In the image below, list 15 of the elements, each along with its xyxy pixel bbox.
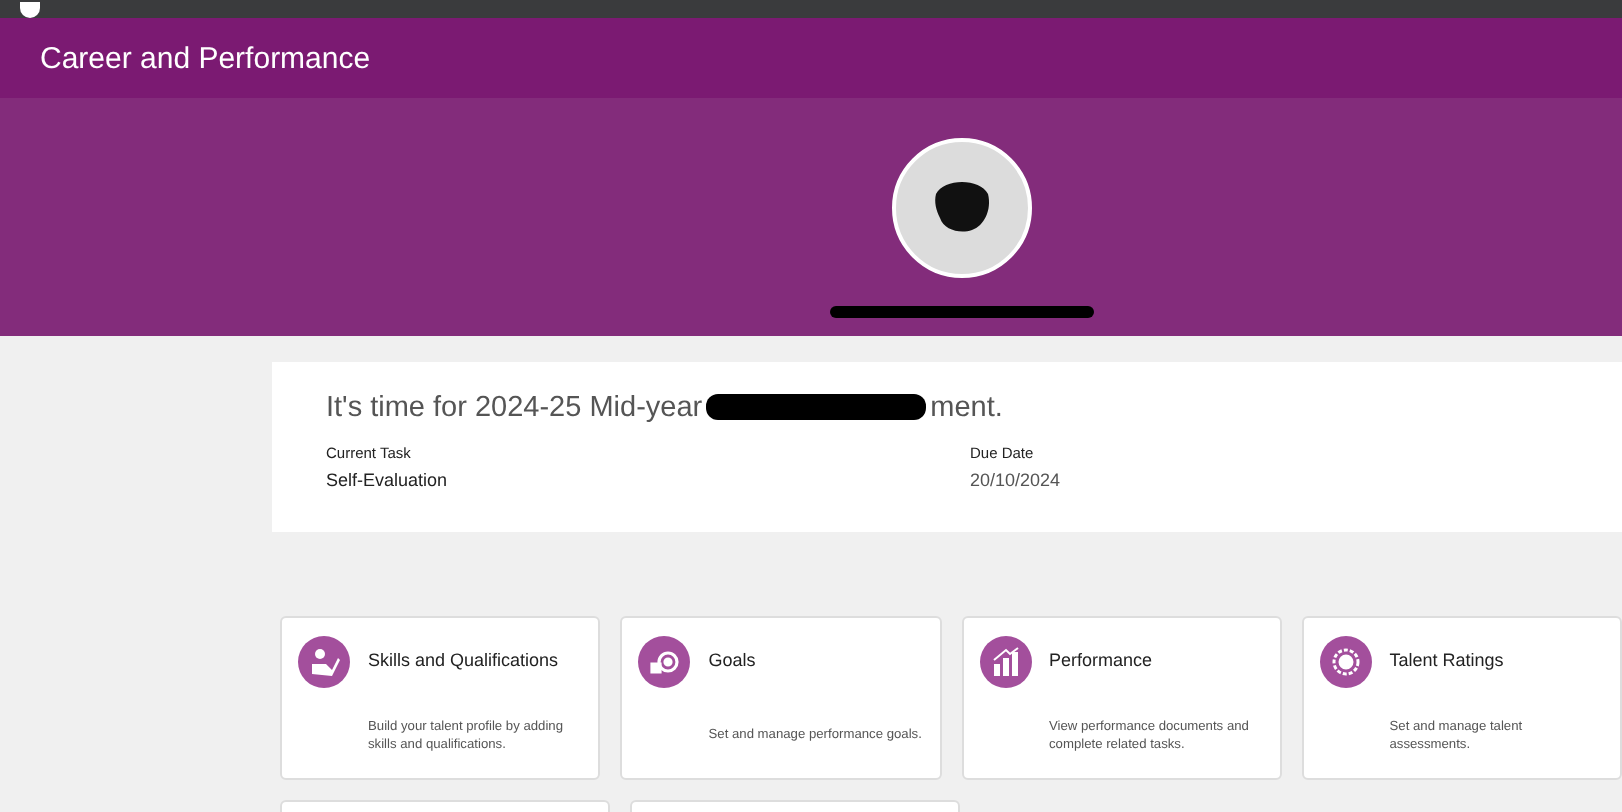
tile-title: Performance — [1049, 650, 1155, 670]
person-check-icon — [298, 636, 350, 688]
page-title: Career and Performance — [40, 41, 371, 75]
avatar — [891, 138, 1031, 278]
target-icon — [638, 636, 691, 688]
tile-title: Talent Ratings — [1389, 650, 1506, 670]
task-title: It's time for 2024-25 Mid-year — [326, 392, 703, 424]
bar-chart-icon — [979, 636, 1031, 688]
badge-icon — [1319, 636, 1372, 688]
tile-title: Goals — [708, 650, 758, 670]
field-value: Self-Evaluation — [326, 470, 450, 490]
logo-icon — [16, 2, 44, 18]
task-title: ment. — [930, 392, 1003, 424]
tile-title: Skills and Qualifications — [368, 650, 561, 670]
field-value: 20/10/2024 — [970, 470, 1063, 490]
